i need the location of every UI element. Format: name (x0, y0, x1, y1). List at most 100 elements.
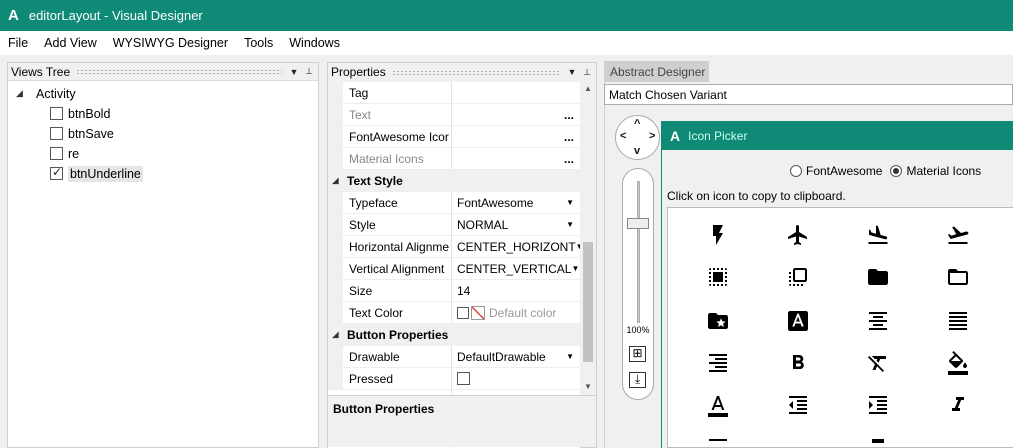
checkbox[interactable] (50, 127, 63, 140)
color-fill-icon[interactable] (938, 348, 978, 378)
folder-filled-icon[interactable] (858, 262, 898, 292)
pan-up-icon[interactable]: ^ (634, 118, 640, 130)
radio-fontawesome[interactable] (790, 165, 802, 177)
panel-grip[interactable] (391, 69, 560, 75)
prop-row-drawable[interactable]: Drawable DefaultDrawable ▼ (328, 346, 580, 368)
select-all-icon[interactable] (698, 262, 738, 292)
checkbox[interactable] (50, 147, 63, 160)
prop-value[interactable]: CENTER_VERTICAL ▼ (451, 262, 580, 276)
prop-row-pressed[interactable]: Pressed (328, 368, 580, 390)
italic-icon[interactable] (938, 390, 978, 420)
expand-arrow-icon[interactable]: ◢ (16, 88, 28, 99)
radio-label[interactable]: Material Icons (906, 164, 981, 178)
menu-add-view[interactable]: Add View (36, 36, 105, 50)
bold-icon[interactable] (778, 348, 818, 378)
dropdown-arrow-icon[interactable]: ▼ (566, 198, 574, 207)
scroll-down-icon[interactable]: ▼ (580, 382, 596, 391)
dropdown-arrow-icon[interactable]: ▼ (566, 220, 574, 229)
scrollbar-thumb[interactable] (583, 242, 593, 362)
prop-value[interactable]: Default color (451, 305, 580, 320)
checkbox-checked[interactable] (50, 165, 63, 180)
prop-row-vertical-alignment[interactable]: Vertical Alignment CENTER_VERTICAL ▼ (328, 258, 580, 280)
text-color-icon[interactable] (698, 390, 738, 420)
panel-grip[interactable] (76, 69, 282, 74)
category-text-style[interactable]: ◢ Text Style (328, 170, 580, 192)
prop-value[interactable]: ... (451, 108, 580, 122)
tab-abstract-designer[interactable]: Abstract Designer (604, 61, 709, 82)
prop-value[interactable]: DefaultDrawable ▼ (451, 350, 580, 364)
color-checkbox[interactable] (457, 306, 469, 319)
prop-value[interactable]: ... (451, 152, 580, 166)
ellipsis-button[interactable]: ... (564, 130, 574, 144)
flight-land-icon[interactable] (858, 220, 898, 250)
tree-item-activity[interactable]: ◢ Activity (16, 84, 76, 103)
collapse-arrow-icon[interactable]: ◢ (328, 324, 343, 345)
prop-row-text[interactable]: Text ... (328, 104, 580, 126)
dropdown-arrow-icon[interactable]: ▼ (571, 264, 579, 273)
pressed-checkbox[interactable] (457, 372, 470, 385)
zoom-slider-thumb[interactable] (627, 218, 649, 229)
tree-item-btnbold[interactable]: btnBold (50, 104, 110, 123)
align-justify-icon[interactable] (938, 306, 978, 336)
pin-icon[interactable]: ⊥ (303, 66, 315, 77)
flip-to-front-icon[interactable] (778, 262, 818, 292)
properties-scrollbar[interactable]: ▲ ▼ (580, 82, 596, 393)
radio-material-icons[interactable] (890, 165, 903, 177)
tree-item-re[interactable]: re (50, 144, 79, 163)
prop-row-tag[interactable]: Tag (328, 82, 580, 104)
prop-value[interactable] (451, 372, 580, 385)
category-button-properties[interactable]: ◢ Button Properties (328, 324, 580, 346)
download-icon[interactable]: ⤓ (629, 372, 646, 388)
prop-value[interactable]: CENTER_HORIZONT ▼ (451, 240, 580, 254)
prop-value[interactable]: 14 (451, 284, 580, 298)
prop-value[interactable]: NORMAL ▼ (451, 218, 580, 232)
airplane-icon[interactable] (778, 220, 818, 250)
icon-picker-titlebar[interactable]: A Icon Picker (662, 121, 1013, 150)
list-icon[interactable] (698, 433, 738, 447)
prop-row-horizontal-alignment[interactable]: Horizontal Alignme CENTER_HORIZONT ▼ (328, 236, 580, 258)
prop-row-text-color[interactable]: Text Color Default color (328, 302, 580, 324)
prop-row-size[interactable]: Size 14 (328, 280, 580, 302)
zoom-fit-icon[interactable]: ⊞ (629, 346, 646, 362)
flight-takeoff-icon[interactable] (938, 220, 978, 250)
indent-increase-icon[interactable] (858, 390, 898, 420)
prop-row-style[interactable]: Style NORMAL ▼ (328, 214, 580, 236)
prop-value[interactable]: ... (451, 130, 580, 144)
align-center-icon[interactable] (858, 306, 898, 336)
prop-row-material-icons[interactable]: Material Icons ... (328, 148, 580, 170)
tree-item-btnsave[interactable]: btnSave (50, 124, 114, 143)
panel-menu-icon[interactable]: ▼ (288, 67, 300, 77)
menu-wysiwyg-designer[interactable]: WYSIWYG Designer (105, 36, 236, 50)
menu-tools[interactable]: Tools (236, 36, 281, 50)
indent-decrease-icon[interactable] (778, 390, 818, 420)
clear-format-icon[interactable] (858, 348, 898, 378)
prop-row-typeface[interactable]: Typeface FontAwesome ▼ (328, 192, 580, 214)
ellipsis-button[interactable]: ... (564, 108, 574, 122)
flash-icon[interactable] (698, 220, 738, 250)
menu-windows[interactable]: Windows (281, 36, 348, 50)
pan-control[interactable]: ^ v < > (615, 115, 660, 160)
pan-down-icon[interactable]: v (634, 145, 640, 157)
pan-right-icon[interactable]: > (649, 130, 655, 142)
prop-value[interactable]: FontAwesome ▼ (451, 196, 580, 210)
font-download-icon[interactable] (778, 306, 818, 336)
align-right-icon[interactable] (698, 348, 738, 378)
folder-special-icon[interactable] (698, 306, 738, 336)
no-color-swatch-icon[interactable] (471, 305, 485, 320)
pin-icon[interactable]: ⊥ (581, 67, 593, 78)
radio-label[interactable]: FontAwesome (806, 164, 882, 178)
tree-item-btnunderline[interactable]: btnUnderline (50, 164, 143, 183)
ellipsis-button[interactable]: ... (564, 152, 574, 166)
scroll-up-icon[interactable]: ▲ (580, 84, 596, 93)
checkbox[interactable] (50, 107, 63, 120)
menu-file[interactable]: File (0, 36, 36, 50)
zoom-slider-track[interactable] (637, 181, 640, 323)
pan-left-icon[interactable]: < (620, 130, 626, 142)
collapse-arrow-icon[interactable]: ◢ (328, 170, 343, 191)
prop-row-fontawesome-icon[interactable]: FontAwesome Icor ... (328, 126, 580, 148)
variant-select[interactable]: Match Chosen Variant (604, 84, 1013, 105)
flag-icon[interactable] (858, 433, 898, 447)
panel-menu-icon[interactable]: ▼ (566, 67, 578, 77)
folder-outline-icon[interactable] (938, 262, 978, 292)
dropdown-arrow-icon[interactable]: ▼ (566, 352, 574, 361)
